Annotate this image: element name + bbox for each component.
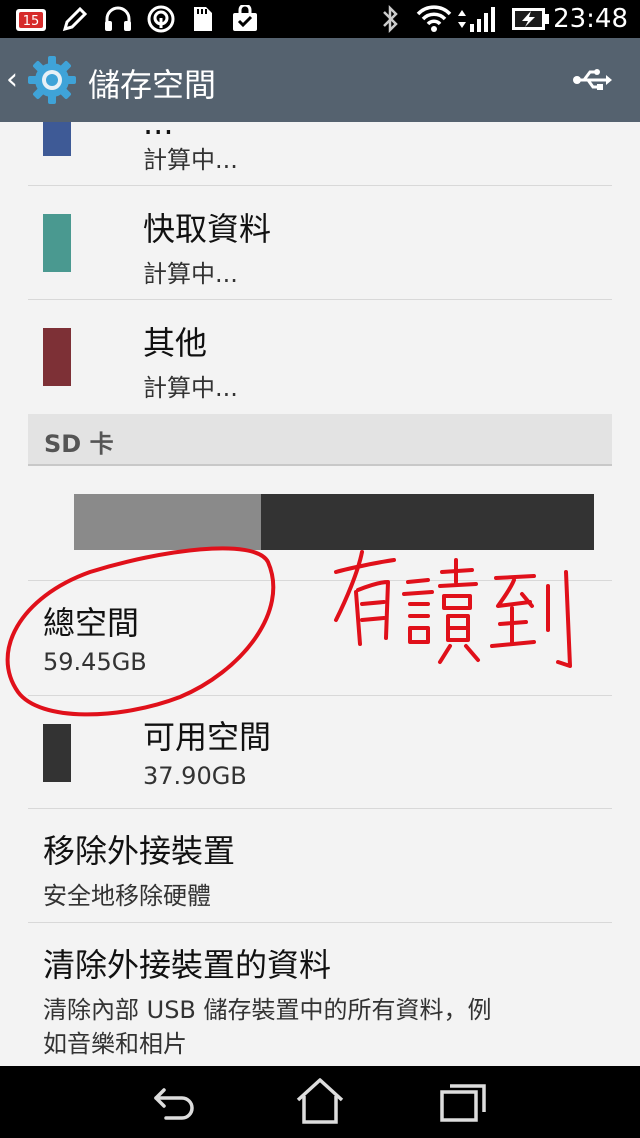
calendar-icon: 15 — [14, 5, 48, 33]
item-subtitle: 計算中... — [143, 146, 238, 174]
list-item[interactable] — [28, 300, 612, 412]
battery-charging-icon — [510, 5, 550, 33]
chevron-left-icon[interactable]: ‹ — [6, 62, 18, 97]
item-title: 其他 — [143, 324, 208, 362]
storage-list[interactable]: ... 計算中... 快取資料 計算中... 其他 計算中... SD 卡 總空… — [0, 122, 640, 1066]
signal-icon — [456, 5, 498, 33]
list-item[interactable] — [28, 122, 612, 186]
notification-badge: 15 — [23, 14, 40, 29]
available-space-value: 37.90GB — [143, 762, 247, 790]
action-bar: ‹ 儲存空間 — [0, 38, 640, 122]
erase-title: 清除外接裝置的資料 — [43, 946, 332, 984]
handwritten-annotation — [5, 546, 572, 717]
podcast-icon — [145, 5, 177, 33]
status-bar: 15 23:48 — [0, 0, 640, 38]
usb-icon — [573, 69, 612, 90]
unmount-title: 移除外接裝置 — [43, 832, 236, 870]
sd-card-icon — [190, 5, 216, 33]
shopping-bag-icon — [230, 5, 260, 33]
page-title: 儲存空間 — [88, 66, 217, 104]
home-button[interactable] — [290, 1076, 350, 1128]
color-swatch — [43, 214, 71, 272]
erase-subtitle-line2: 如音樂和相片 — [43, 1030, 187, 1058]
color-swatch — [43, 122, 71, 156]
item-title: ... — [143, 122, 174, 142]
color-swatch — [43, 328, 71, 386]
item-subtitle: 計算中... — [143, 260, 238, 288]
edit-icon — [60, 5, 90, 33]
section-header-label: SD 卡 — [44, 430, 114, 458]
recent-apps-button[interactable] — [434, 1076, 494, 1128]
back-button[interactable] — [146, 1076, 206, 1128]
unmount-subtitle: 安全地移除硬體 — [43, 882, 211, 910]
clock: 23:48 — [553, 4, 628, 34]
headset-icon — [102, 5, 134, 33]
erase-subtitle-line1: 清除內部 USB 儲存裝置中的所有資料，例 — [43, 996, 492, 1024]
item-subtitle: 計算中... — [143, 374, 238, 402]
section-header: SD 卡 — [28, 414, 612, 466]
wifi-icon — [414, 5, 454, 33]
item-title: 快取資料 — [143, 210, 272, 248]
bluetooth-icon — [378, 4, 402, 34]
list-item[interactable] — [28, 185, 612, 300]
settings-gear-icon[interactable] — [26, 54, 78, 106]
navigation-bar — [0, 1066, 640, 1138]
